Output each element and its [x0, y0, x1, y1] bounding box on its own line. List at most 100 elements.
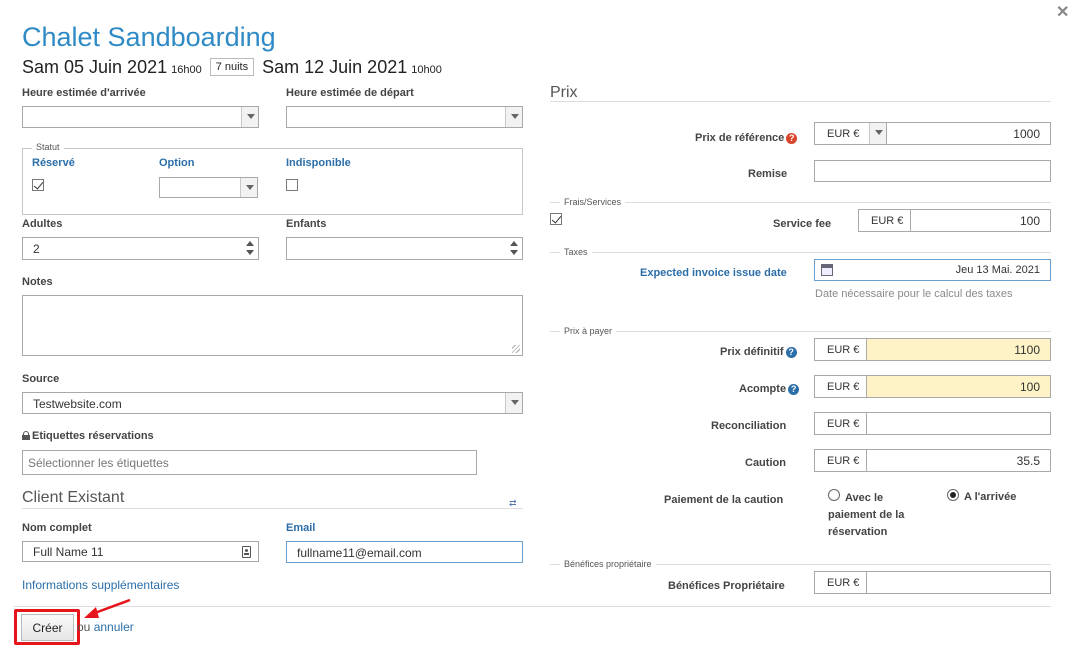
benefices-legend: Bénéfices propriétaire: [560, 559, 656, 569]
resize-handle-icon[interactable]: [512, 345, 520, 353]
option-label: Option: [159, 157, 195, 169]
etiquettes-label: Etiquettes réservations: [32, 430, 154, 442]
page-title: Chalet Sandboarding: [22, 22, 276, 52]
acompte-label: Acompte: [739, 383, 787, 395]
radio-arrivee-label[interactable]: A l'arrivée: [964, 491, 1016, 503]
eta-select[interactable]: [22, 106, 259, 128]
payer-legend: Prix à payer: [560, 326, 617, 336]
service-fee-currency-label: EUR €: [871, 215, 904, 227]
switch-client-icon[interactable]: ⇄: [509, 498, 523, 508]
chevron-down-icon: [241, 107, 258, 127]
remise-input[interactable]: [814, 160, 1051, 182]
source-label: Source: [22, 373, 60, 385]
close-icon[interactable]: ✕: [1056, 5, 1070, 21]
nights-badge: 7 nuits: [209, 58, 255, 76]
ref-value: 1000: [1013, 127, 1040, 141]
email-value: fullname11@email.com: [297, 546, 422, 560]
indisponible-label: Indisponible: [286, 157, 351, 169]
enfants-label: Enfants: [286, 218, 327, 230]
service-fee-label: Service fee: [773, 218, 832, 230]
footer-divider: [14, 606, 1051, 607]
chevron-down-icon: [505, 393, 522, 413]
etd-select[interactable]: [286, 106, 523, 128]
acompte-label-wrap: Acompte?: [739, 383, 800, 395]
caution-label: Caution: [745, 457, 786, 469]
adultes-stepper[interactable]: 2: [22, 237, 259, 260]
radio-avec-label[interactable]: Avec le paiement de la réservation: [828, 490, 928, 541]
adultes-label: Adultes: [22, 218, 63, 230]
radio-a-arrivee[interactable]: [947, 489, 959, 501]
notes-label: Notes: [22, 276, 53, 288]
remise-label: Remise: [748, 168, 788, 180]
chevron-down-icon: [869, 123, 886, 144]
ref-label-wrap: Prix de référence?: [695, 132, 798, 144]
caution-currency-label: EUR €: [827, 455, 860, 467]
service-fee-checkbox[interactable]: [550, 213, 562, 225]
lock-icon: [22, 431, 30, 440]
help-icon[interactable]: ?: [788, 384, 800, 395]
service-fee-currency: EUR €: [858, 209, 911, 232]
ref-amount-input[interactable]: 1000: [887, 122, 1051, 145]
benefices-currency-label: EUR €: [827, 577, 860, 589]
acompte-currency-label: EUR €: [827, 381, 860, 393]
eta-label: Heure estimée d'arrivée: [22, 87, 146, 99]
definitif-input[interactable]: 1100: [867, 338, 1051, 361]
more-info-link[interactable]: Informations supplémentaires: [22, 578, 179, 592]
chevron-down-icon: [240, 178, 257, 197]
annotation-arrow-icon: [84, 598, 131, 618]
contact-card-icon[interactable]: [242, 546, 251, 558]
service-fee-input[interactable]: 100: [911, 209, 1051, 232]
name-input[interactable]: Full Name 11: [22, 541, 259, 562]
definitif-label: Prix définitif: [720, 346, 784, 358]
stepper-arrows-icon[interactable]: [508, 241, 520, 255]
invoice-date-input[interactable]: Jeu 13 Mai. 2021: [814, 259, 1051, 281]
acompte-value: 100: [1019, 380, 1040, 394]
caution-input[interactable]: 35.5: [867, 449, 1051, 472]
chevron-down-icon: [505, 107, 522, 127]
payer-divider: [550, 331, 1051, 332]
invoice-date-hint: Date nécessaire pour le calcul des taxes: [815, 288, 1013, 300]
arrival-time: 16h00: [171, 64, 202, 76]
ref-label: Prix de référence: [695, 132, 785, 144]
notes-textarea[interactable]: [22, 295, 523, 356]
paiement-caution-label: Paiement de la caution: [664, 494, 784, 506]
reconciliation-label: Reconciliation: [711, 420, 787, 432]
invoice-date-value: Jeu 13 Mai. 2021: [955, 264, 1040, 276]
prix-divider: [550, 101, 1051, 102]
definitif-currency: EUR €: [814, 338, 867, 361]
departure-time: 10h00: [411, 64, 442, 76]
reconciliation-input[interactable]: [867, 412, 1051, 435]
name-label: Nom complet: [22, 522, 92, 534]
help-icon[interactable]: ?: [786, 133, 798, 144]
email-label: Email: [286, 522, 316, 534]
email-input[interactable]: fullname11@email.com: [286, 541, 523, 563]
benefices-currency: EUR €: [814, 571, 867, 594]
definitif-label-wrap: Prix définitif?: [720, 346, 797, 358]
arrival-date: Sam 05 Juin 2021: [22, 57, 168, 77]
client-divider: [22, 508, 523, 509]
etiquettes-input[interactable]: Sélectionner les étiquettes: [22, 450, 477, 475]
etd-label: Heure estimée de départ: [286, 87, 414, 99]
booking-dates: Sam 05 Juin 2021 16h00 7 nuits Sam 12 Juin …: [22, 56, 442, 81]
etiquettes-label-wrap: Etiquettes réservations: [22, 430, 154, 442]
benefices-input[interactable]: [867, 571, 1051, 594]
create-button[interactable]: Créer: [21, 614, 74, 641]
caution-currency: EUR €: [814, 449, 867, 472]
adultes-value: 2: [33, 242, 40, 256]
acompte-input[interactable]: 100: [867, 375, 1051, 398]
reconciliation-currency-label: EUR €: [827, 418, 860, 430]
statut-legend: Statut: [32, 142, 64, 152]
enfants-stepper[interactable]: [286, 237, 523, 260]
indisponible-checkbox[interactable]: [286, 179, 298, 191]
option-select[interactable]: [159, 177, 258, 198]
reserve-checkbox[interactable]: [32, 179, 44, 191]
stepper-arrows-icon[interactable]: [244, 241, 256, 255]
frais-divider: [550, 202, 1051, 203]
help-icon[interactable]: ?: [785, 347, 797, 358]
calendar-icon[interactable]: [821, 264, 833, 276]
ref-currency-select[interactable]: EUR €: [814, 122, 887, 145]
etiquettes-placeholder: Sélectionner les étiquettes: [28, 456, 169, 470]
source-select[interactable]: Testwebsite.com: [22, 392, 523, 414]
departure-date: Sam 12 Juin 2021: [262, 57, 408, 77]
definitif-value: 1100: [1014, 343, 1040, 357]
